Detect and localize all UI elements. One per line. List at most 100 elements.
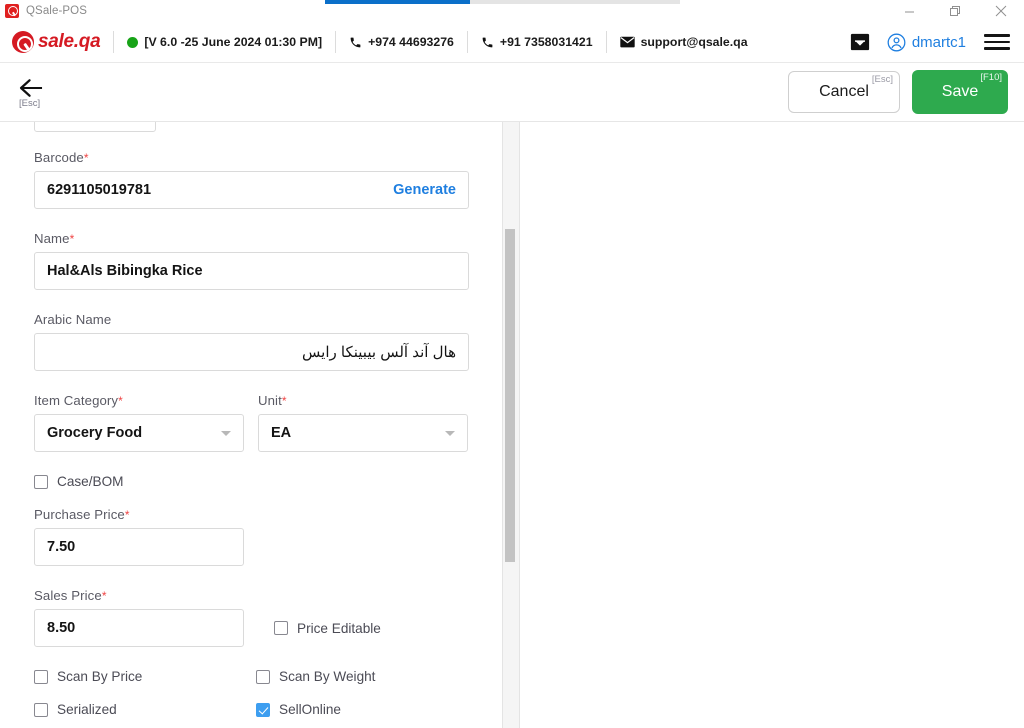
field-purchase-price: Purchase Price* 7.50: [34, 507, 468, 566]
email-icon: [619, 36, 635, 48]
checkbox-price-editable[interactable]: Price Editable: [274, 609, 381, 647]
back-hint-label: [Esc]: [19, 97, 41, 109]
header-divider: [113, 31, 115, 53]
support-email-label: support@qsale.qa: [640, 35, 748, 49]
content-area: Barcode* 6291105019781 Generate Name* Ha…: [0, 121, 1024, 728]
hamburger-bar: [984, 40, 1010, 44]
required-mark: *: [101, 589, 107, 603]
inbox-button[interactable]: [849, 32, 887, 52]
qsale-logo-icon: [12, 31, 34, 53]
checkbox-box: [34, 669, 48, 684]
name-value: Hal&Als Bibingka Rice: [47, 263, 203, 279]
item-form-panel: Barcode* 6291105019781 Generate Name* Ha…: [0, 122, 503, 728]
field-above-barcode-input[interactable]: [34, 122, 156, 132]
required-mark: *: [69, 232, 75, 246]
purchase-price-value: 7.50: [47, 539, 76, 555]
checkbox-sell-online[interactable]: SellOnline: [256, 702, 341, 717]
checkbox-box: [256, 702, 270, 717]
item-category-label: Item Category*: [34, 393, 123, 408]
arrow-left-icon: [19, 78, 43, 97]
version-status: [V 6.0 -25 June 2024 01:30 PM]: [127, 35, 322, 49]
category-unit-row: Item Category* Grocery Food Unit* EA: [34, 393, 468, 452]
checkbox-case-bom[interactable]: Case/BOM: [34, 474, 123, 489]
name-label: Name*: [34, 231, 75, 246]
arabic-name-value: هال آند آلس بيبينكا رايس: [302, 344, 456, 361]
qsale-app-icon: [5, 3, 19, 18]
generate-barcode-link[interactable]: Generate: [393, 182, 456, 198]
header-divider: [605, 31, 607, 53]
scan-options-row: Scan By Price Scan By Weight: [34, 669, 468, 684]
serialized-sellonline-row: Serialized SellOnline: [34, 702, 468, 717]
checkbox-scan-by-price[interactable]: Scan By Price: [34, 669, 256, 684]
item-category-select[interactable]: Grocery Food: [34, 414, 244, 452]
brand-logo-text: sale.qa: [38, 31, 101, 52]
checkbox-box: [274, 621, 288, 635]
checkbox-box: [256, 669, 270, 684]
back-button[interactable]: [Esc]: [18, 78, 43, 109]
checkbox-serialized[interactable]: Serialized: [34, 702, 256, 717]
phone-qatar[interactable]: +974 44693276: [349, 35, 454, 49]
window-controls: [886, 0, 1024, 22]
barcode-input[interactable]: 6291105019781 Generate: [34, 171, 469, 209]
case-bom-label: Case/BOM: [57, 474, 124, 489]
scan-by-price-label: Scan By Price: [57, 669, 143, 684]
detail-panel: [519, 122, 1024, 728]
field-sales-price: Sales Price* 8.50 Price Editable: [34, 588, 468, 647]
field-unit: Unit* EA: [258, 393, 468, 452]
hamburger-bar: [984, 34, 1010, 37]
barcode-value: 6291105019781: [47, 182, 152, 198]
case-bom-row: Case/BOM: [34, 474, 468, 489]
name-input[interactable]: Hal&Als Bibingka Rice: [34, 252, 469, 290]
action-bar: [Esc] Cancel [Esc] Save [F10]: [0, 63, 1024, 121]
chevron-down-icon: [445, 430, 455, 436]
form-scrollbar-thumb[interactable]: [505, 229, 515, 562]
version-label: [V 6.0 -25 June 2024 01:30 PM]: [144, 35, 323, 49]
serialized-label: Serialized: [57, 702, 117, 717]
close-button[interactable]: [978, 0, 1024, 22]
phone-qatar-label: +974 44693276: [368, 35, 454, 49]
unit-select[interactable]: EA: [258, 414, 468, 452]
cancel-button-label: Cancel: [819, 83, 869, 100]
save-button-label: Save: [941, 83, 979, 100]
phone-india-label: +91 7358031421: [499, 35, 593, 49]
field-above-barcode: [34, 122, 468, 132]
app-header: sale.qa [V 6.0 -25 June 2024 01:30 PM] +…: [0, 22, 1024, 63]
field-item-category: Item Category* Grocery Food: [34, 393, 244, 452]
item-category-value: Grocery Food: [47, 425, 143, 441]
arabic-name-input[interactable]: هال آند آلس بيبينكا رايس: [34, 333, 469, 371]
sales-price-label: Sales Price*: [34, 588, 107, 603]
header-actions: dmartc1: [849, 32, 1010, 52]
field-barcode: Barcode* 6291105019781 Generate: [34, 150, 469, 209]
scan-by-weight-label: Scan By Weight: [279, 669, 376, 684]
required-mark: *: [118, 394, 123, 408]
phone-india[interactable]: +91 7358031421: [481, 35, 593, 49]
inbox-icon: [850, 33, 869, 51]
hamburger-menu-icon[interactable]: [984, 34, 1010, 50]
chevron-down-icon: [221, 430, 231, 436]
form-scrollbar[interactable]: [503, 122, 519, 728]
brand-logo[interactable]: sale.qa: [12, 31, 101, 53]
barcode-label: Barcode*: [34, 150, 89, 165]
minimize-button[interactable]: [886, 0, 932, 22]
checkbox-scan-by-weight[interactable]: Scan By Weight: [256, 669, 375, 684]
sales-price-input[interactable]: 8.50: [34, 609, 244, 647]
sell-online-label: SellOnline: [279, 702, 341, 717]
save-button-hint: [F10]: [980, 72, 1002, 83]
user-menu[interactable]: dmartc1: [887, 33, 984, 52]
support-email[interactable]: support@qsale.qa: [619, 35, 748, 49]
save-button[interactable]: Save [F10]: [912, 70, 1008, 114]
cancel-button-hint: [Esc]: [871, 74, 893, 85]
purchase-price-input[interactable]: 7.50: [34, 528, 244, 566]
tab-active-indicator[interactable]: [325, 0, 470, 4]
hamburger-bar: [984, 47, 1010, 50]
status-dot-icon: [127, 36, 139, 48]
window-titlebar: QSale-POS: [0, 0, 1024, 22]
action-buttons: Cancel [Esc] Save [F10]: [788, 70, 1008, 114]
sales-price-row: 8.50 Price Editable: [34, 609, 468, 647]
maximize-restore-button[interactable]: [932, 0, 978, 22]
cancel-button[interactable]: Cancel [Esc]: [788, 71, 900, 113]
field-name: Name* Hal&Als Bibingka Rice: [34, 231, 469, 290]
purchase-price-label: Purchase Price*: [34, 507, 130, 522]
checkbox-box: [34, 702, 48, 717]
checkbox-box: [34, 474, 48, 489]
